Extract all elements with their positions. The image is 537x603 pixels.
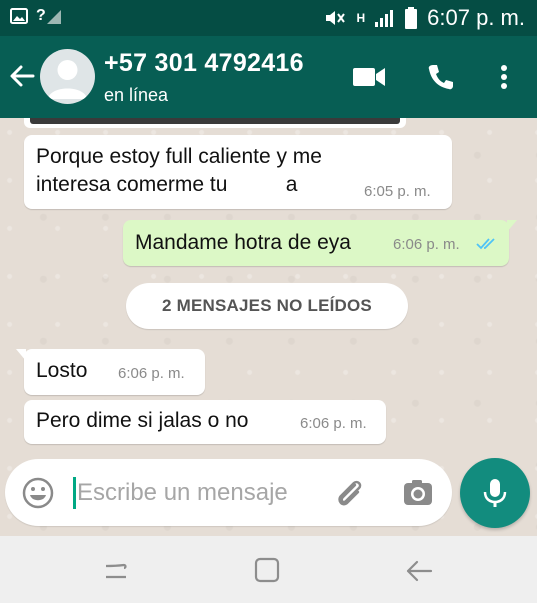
text-cursor — [73, 477, 76, 509]
arrow-left-icon — [10, 65, 35, 87]
recent-apps-icon — [105, 563, 127, 579]
camera-icon — [404, 480, 432, 505]
more-options-button[interactable] — [487, 60, 521, 94]
camera-button[interactable] — [401, 476, 435, 510]
message-composer — [5, 459, 452, 526]
message-bubble-incoming[interactable]: Losto 6:06 p. m. — [16, 349, 205, 395]
recent-apps-button[interactable] — [102, 556, 132, 586]
message-text-line: Pero dime si jalas o no — [36, 409, 249, 432]
message-text-line: Losto — [36, 359, 88, 382]
system-navigation-bar — [0, 536, 537, 603]
clock: 6:07 p. m. — [427, 5, 525, 30]
emoji-button[interactable] — [21, 476, 55, 510]
message-time: 6:06 p. m. — [393, 236, 460, 253]
attach-button[interactable] — [333, 476, 367, 510]
media-message-bottom[interactable] — [24, 118, 406, 128]
emoji-icon — [22, 477, 54, 509]
message-bubble-incoming[interactable]: Pero dime si jalas o no 6:06 p. m. — [24, 400, 386, 444]
avatar[interactable] — [40, 49, 95, 104]
more-vert-icon — [501, 65, 507, 89]
system-back-button[interactable] — [404, 556, 434, 586]
message-time: 6:06 p. m. — [300, 415, 367, 432]
network-type-label: H — [356, 11, 366, 25]
message-bubble-incoming[interactable]: Porque estoy full caliente y me interesa… — [24, 135, 452, 209]
message-time: 6:06 p. m. — [118, 365, 185, 382]
unread-messages-badge: 2 MENSAJES NO LEÍDOS — [126, 283, 408, 329]
message-text-line: interesa comerme tu a — [36, 173, 298, 196]
back-button[interactable] — [4, 58, 40, 94]
paperclip-icon — [338, 480, 362, 506]
voice-message-button[interactable] — [460, 458, 530, 528]
home-button[interactable] — [253, 556, 283, 586]
microphone-icon — [483, 479, 507, 507]
signal-strength-icon — [375, 10, 394, 27]
home-square-icon — [254, 557, 280, 583]
voice-call-button[interactable] — [424, 60, 458, 94]
status-bar: ? H 6:07 p. m. — [0, 0, 537, 36]
contact-name[interactable]: +57 301 4792416 — [104, 49, 304, 78]
read-ticks-icon — [476, 238, 495, 250]
default-avatar-icon — [48, 60, 87, 99]
no-signal-icon: ? — [36, 8, 61, 24]
video-call-button[interactable] — [352, 60, 386, 94]
message-text-line: Mandame hotra de eya — [135, 231, 351, 254]
phone-icon — [428, 65, 453, 90]
message-bubble-outgoing[interactable]: Mandame hotra de eya 6:06 p. m. — [123, 220, 517, 266]
battery-icon — [405, 7, 418, 29]
message-input[interactable] — [77, 473, 337, 513]
back-arrow-icon — [406, 560, 433, 582]
message-text-line: Porque estoy full caliente y me — [36, 145, 322, 168]
video-camera-icon — [353, 68, 385, 86]
signal-label: ? — [36, 7, 46, 24]
image-notification-icon — [10, 8, 28, 24]
message-time: 6:05 p. m. — [364, 183, 431, 200]
contact-status: en línea — [104, 85, 169, 105]
mute-icon — [326, 11, 346, 25]
chat-header: +57 301 4792416 en línea — [0, 36, 537, 118]
